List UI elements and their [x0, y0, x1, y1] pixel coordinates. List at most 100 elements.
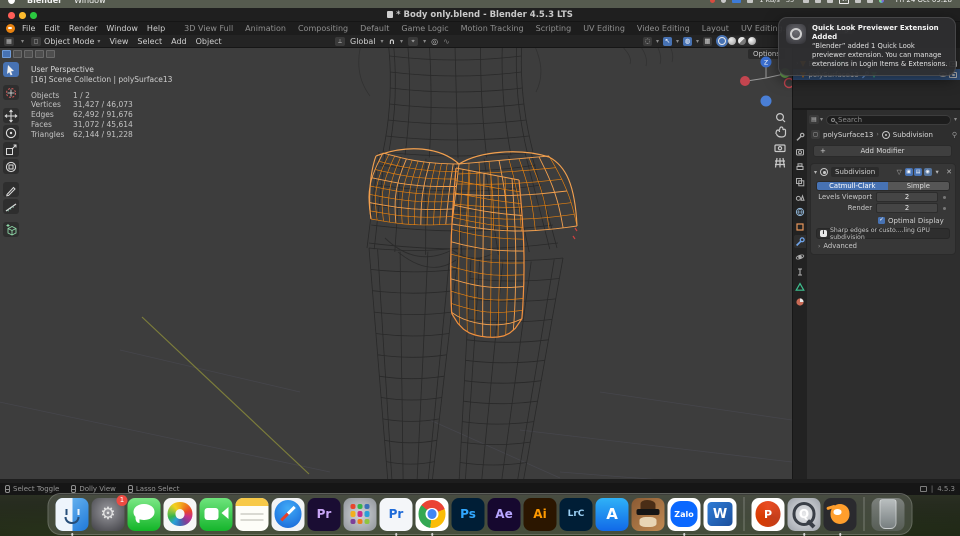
macos-app-menu[interactable]: Blender — [27, 0, 62, 5]
tool-move[interactable] — [3, 108, 19, 123]
dock-premiere-beta-icon[interactable]: Pr — [379, 497, 413, 536]
render-levels-field[interactable]: 2 — [876, 203, 938, 213]
tool-scale[interactable] — [3, 142, 19, 157]
editor-type-icon[interactable]: ▦ — [4, 36, 14, 46]
apple-menu-icon[interactable] — [8, 0, 15, 4]
panel-expand-chevron[interactable]: ▾ — [814, 169, 817, 176]
properties-tab-data[interactable] — [794, 280, 806, 293]
dock-safari-icon[interactable] — [271, 497, 305, 531]
workspace-tab-compositing[interactable]: Compositing — [293, 23, 353, 34]
properties-tab-view-layer[interactable] — [794, 175, 806, 188]
snap-magnet-icon[interactable]: ∩ — [389, 37, 396, 46]
dock-lightroom-classic-icon[interactable]: LrC — [559, 497, 593, 531]
dock-facetime-icon[interactable] — [199, 497, 233, 531]
shading-solid-button[interactable] — [728, 37, 736, 45]
dock-trash-icon[interactable] — [871, 497, 905, 531]
menubar-clock[interactable]: Fri 24 Oct 09:28 — [896, 0, 952, 4]
dock-notes-icon[interactable] — [235, 497, 269, 531]
shading-rendered-button[interactable] — [748, 37, 756, 45]
orientation-dropdown[interactable]: Global — [350, 37, 376, 46]
tool-tweak[interactable] — [3, 62, 19, 77]
properties-tab-output[interactable] — [794, 160, 806, 173]
edit-mode-toggle-icon[interactable]: ▣ — [904, 168, 913, 176]
breadcrumb-object[interactable]: polySurface13 — [823, 131, 873, 139]
editor-selector[interactable]: ▤ ▾ — [809, 115, 823, 124]
levels-viewport-field[interactable]: 2 — [876, 192, 938, 202]
properties-tab-modifiers[interactable] — [794, 235, 806, 248]
dock-photoshop-icon[interactable]: Ps — [451, 497, 485, 531]
advanced-section-toggle[interactable]: › Advanced — [818, 242, 952, 250]
properties-search-input[interactable]: Search — [826, 114, 951, 125]
dock-chrome-icon[interactable] — [415, 497, 449, 536]
visibility-dropdown-icon[interactable]: ◌ — [642, 36, 652, 46]
filter-icon[interactable]: ▽ — [895, 168, 903, 176]
tool-add-cube[interactable] — [3, 222, 19, 237]
animate-dot[interactable] — [943, 206, 946, 210]
dock-premiere-pro-icon[interactable]: Pr — [307, 497, 341, 531]
viewport-menu-add[interactable]: Add — [171, 37, 187, 46]
tool-rotate[interactable] — [3, 125, 19, 140]
properties-tab-object[interactable] — [794, 220, 806, 233]
gizmo-z-neg-axis[interactable] — [760, 95, 772, 107]
camera-view-icon[interactable] — [774, 144, 786, 153]
snap-target-icon[interactable]: ⌖ — [408, 36, 419, 46]
workspace-tab-game-logic[interactable]: Game Logic — [396, 23, 453, 34]
realtime-toggle-icon[interactable]: ▤ — [914, 168, 923, 176]
pin-icon[interactable]: ⚲ — [952, 131, 957, 139]
macos-status-icons[interactable]: 1 KB/s 35° VI — [710, 0, 884, 4]
animate-dot[interactable] — [943, 195, 946, 199]
mode-dropdown[interactable]: ◻ Object Mode ▾ — [31, 36, 100, 46]
dock-photos-icon[interactable] — [163, 497, 197, 531]
workspace-tab-layout[interactable]: Layout — [697, 23, 734, 34]
menu-file[interactable]: File — [22, 24, 35, 33]
dock-launchpad-icon[interactable] — [343, 497, 377, 531]
dock-illustrator-icon[interactable]: Ai — [523, 497, 557, 531]
workspace-tab-video-editing[interactable]: Video Editing — [632, 23, 695, 34]
workspace-tab-uv-editing[interactable]: UV Editing — [578, 23, 630, 34]
dock-blender-icon[interactable] — [823, 497, 857, 536]
properties-tab-scene[interactable] — [794, 190, 806, 203]
close-modifier-button[interactable]: ✕ — [946, 168, 952, 176]
optimal-display-checkbox[interactable]: ✓ — [878, 217, 885, 224]
search-options-chevron[interactable]: ▾ — [954, 116, 957, 123]
render-toggle-icon[interactable]: ◉ — [923, 168, 932, 176]
properties-tab-world[interactable] — [794, 205, 806, 218]
pan-view-icon[interactable] — [775, 126, 787, 138]
dock-powerpoint-icon[interactable]: P — [751, 497, 785, 531]
dock-word-icon[interactable]: W — [703, 497, 737, 531]
properties-tab-material[interactable] — [794, 295, 806, 308]
tool-transform[interactable] — [3, 159, 19, 174]
dock-character-app-icon[interactable] — [631, 497, 665, 531]
properties-tab-tool[interactable] — [794, 130, 806, 143]
xray-toggle-icon[interactable]: ▦ — [703, 36, 712, 46]
dock-settings-icon[interactable]: ⚙ 1 — [91, 494, 128, 531]
dock-app-store-icon[interactable]: A — [595, 497, 629, 531]
extras-chevron[interactable]: ▾ — [933, 168, 941, 176]
menu-help[interactable]: Help — [147, 24, 165, 33]
properties-tab-render[interactable] — [794, 145, 806, 158]
tool-cursor[interactable] — [3, 85, 19, 100]
gizmo-x-neg-axis[interactable] — [740, 76, 750, 86]
tool-measure[interactable] — [3, 199, 19, 214]
blender-logo-icon[interactable] — [6, 24, 15, 33]
properties-tab-physics[interactable] — [794, 250, 806, 263]
viewport-mini-toolbar[interactable] — [2, 50, 55, 58]
workspace-tab-default[interactable]: Default — [355, 23, 394, 34]
workspace-tab-3d-view-full[interactable]: 3D View Full — [179, 23, 238, 34]
tool-annotate[interactable] — [3, 182, 19, 197]
breadcrumb-item[interactable]: Subdivision — [893, 131, 933, 139]
3d-viewport[interactable]: User Perspective [16] Scene Collection |… — [0, 48, 792, 479]
menu-window[interactable]: Window — [106, 24, 138, 33]
menu-render[interactable]: Render — [69, 24, 97, 33]
perspective-toggle-icon[interactable] — [774, 157, 786, 168]
zoom-view-icon[interactable] — [775, 112, 784, 121]
viewport-menu-select[interactable]: Select — [137, 37, 162, 46]
modifier-name-field[interactable]: Subdivision — [831, 167, 880, 177]
dock-quicktime-icon[interactable]: Q — [787, 497, 821, 536]
workspace-tab-motion-tracking[interactable]: Motion Tracking — [456, 23, 529, 34]
menu-edit[interactable]: Edit — [44, 24, 60, 33]
proportional-editing-icon[interactable]: ◎ — [431, 37, 438, 46]
workspace-tab-animation[interactable]: Animation — [240, 23, 291, 34]
notification-banner[interactable]: Quick Look Previewer Extension Added “Bl… — [778, 17, 956, 76]
viewport-menu-view[interactable]: View — [109, 37, 128, 46]
